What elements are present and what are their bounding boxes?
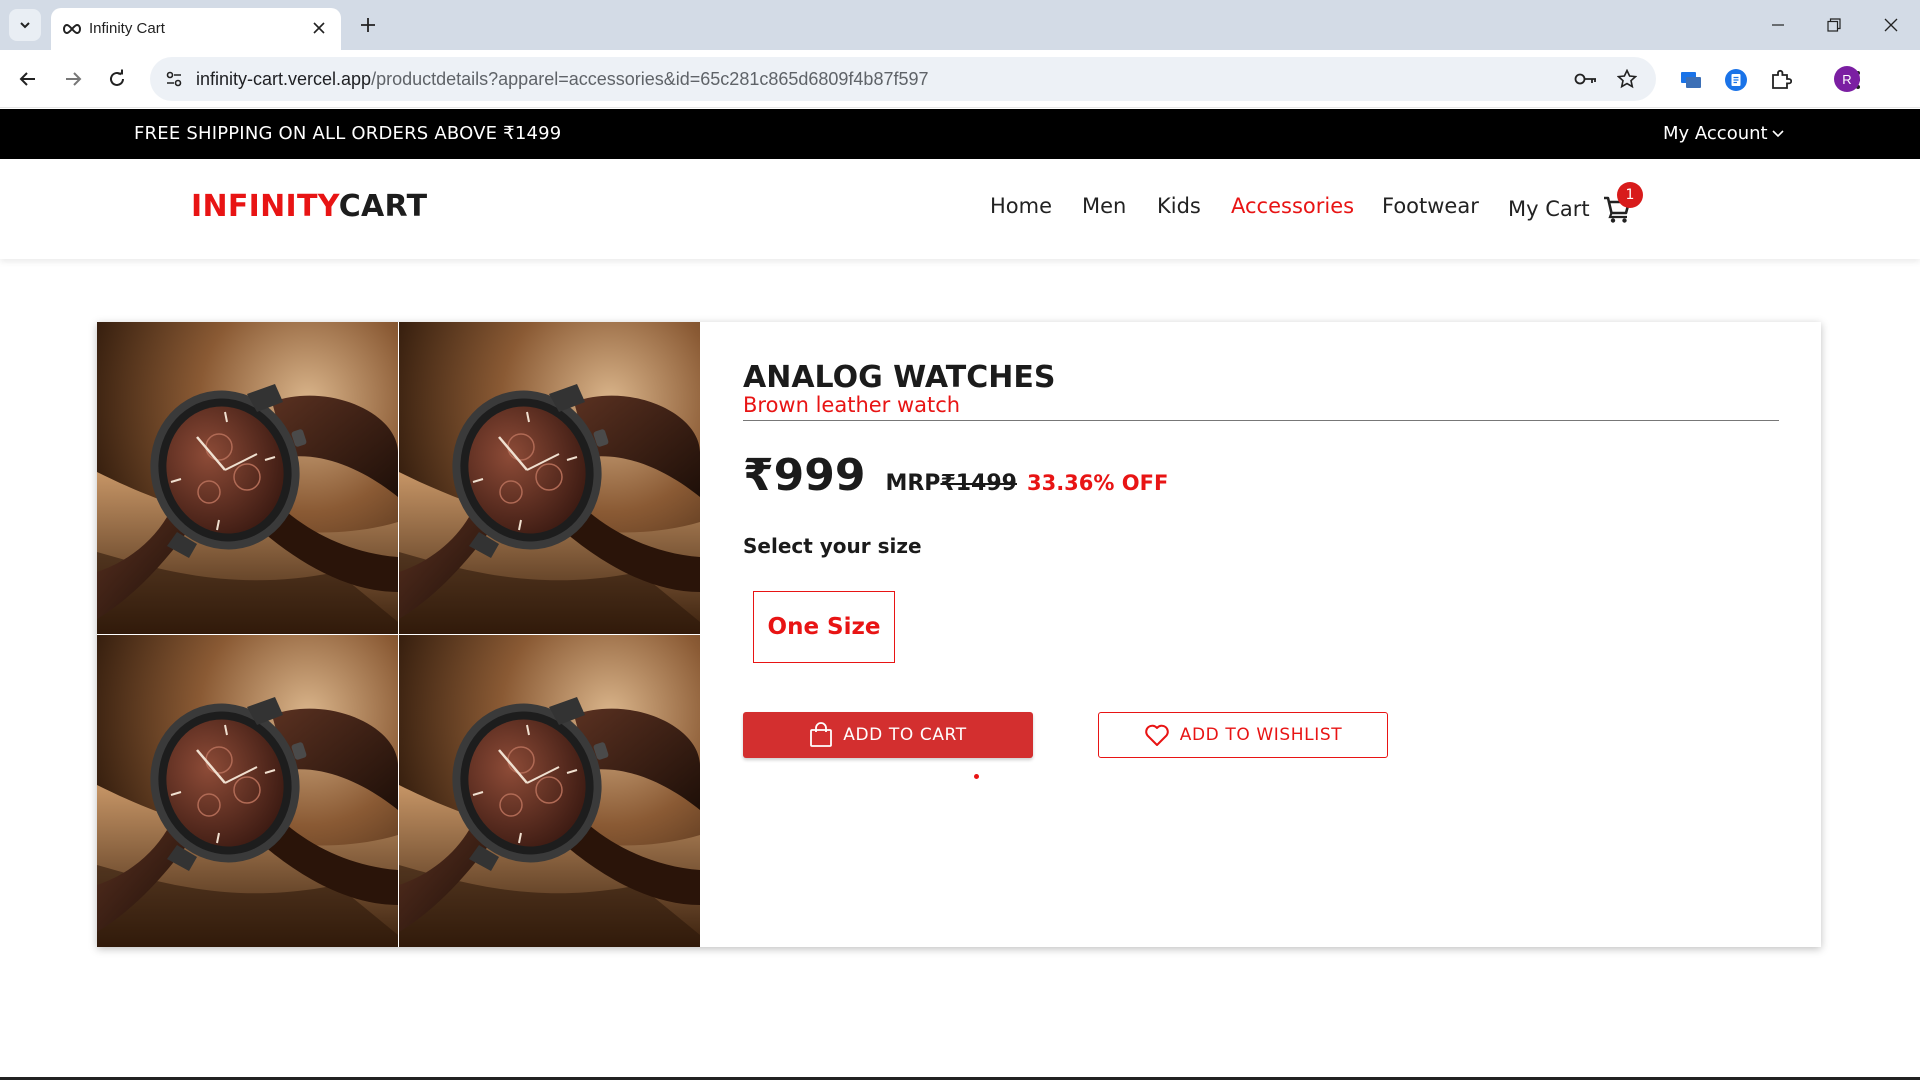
- site-logo[interactable]: INFINITYCART: [191, 189, 427, 224]
- plus-icon: [361, 18, 375, 32]
- product-gallery: [97, 322, 700, 947]
- screen-extension-icon[interactable]: [1678, 67, 1704, 93]
- reload-button[interactable]: [99, 61, 135, 97]
- promo-text: FREE SHIPPING ON ALL ORDERS ABOVE ₹1499: [134, 123, 562, 144]
- mrp-label: MRP: [885, 471, 941, 496]
- browser-toolbar: infinity-cart.vercel.app/productdetails?…: [0, 50, 1920, 108]
- chevron-down-icon: [20, 22, 30, 29]
- add-to-cart-button[interactable]: ADD TO CART: [743, 712, 1033, 758]
- infinity-icon: [63, 23, 81, 35]
- tab-search-button[interactable]: [9, 9, 41, 41]
- close-tab-icon[interactable]: [309, 18, 329, 38]
- chevron-down-icon: [1772, 129, 1784, 137]
- url-host: infinity-cart.vercel.app: [196, 69, 372, 89]
- product-image[interactable]: [97, 322, 398, 634]
- tab-title: Infinity Cart: [89, 20, 165, 37]
- nav-accessories[interactable]: Accessories: [1231, 194, 1354, 218]
- minimize-button[interactable]: [1758, 10, 1798, 40]
- add-to-wishlist-button[interactable]: ADD TO WISHLIST: [1098, 712, 1388, 758]
- close-window-button[interactable]: [1871, 10, 1911, 40]
- profile-avatar[interactable]: R: [1834, 66, 1860, 92]
- cart-count-badge: 1: [1617, 182, 1643, 208]
- new-tab-button[interactable]: [353, 10, 383, 40]
- url-text: infinity-cart.vercel.app/productdetails?…: [196, 69, 929, 90]
- arrow-left-icon: [19, 72, 35, 86]
- arrow-right-icon: [66, 72, 82, 86]
- logo-dark-text: CART: [338, 189, 428, 224]
- url-path: /productdetails?apparel=accessories&id=6…: [371, 69, 929, 89]
- minimize-icon: [1772, 24, 1784, 26]
- product-subtitle: Brown leather watch: [743, 393, 961, 417]
- star-icon[interactable]: [1615, 67, 1639, 91]
- browser-tabbar: Infinity Cart: [0, 0, 1920, 50]
- discount-text: 33.36% OFF: [1026, 471, 1169, 495]
- title-divider: [743, 420, 1779, 421]
- promo-bar: FREE SHIPPING ON ALL ORDERS ABOVE ₹1499 …: [0, 109, 1920, 159]
- add-to-wishlist-label: ADD TO WISHLIST: [1179, 725, 1343, 745]
- logo-red-text: INFINITY: [191, 189, 339, 224]
- product-title: ANALOG WATCHES: [743, 360, 1056, 395]
- site-settings-icon[interactable]: [162, 67, 186, 91]
- product-card: ANALOG WATCHES Brown leather watch ₹999 …: [97, 322, 1821, 947]
- forward-button[interactable]: [55, 61, 91, 97]
- address-bar[interactable]: infinity-cart.vercel.app/productdetails?…: [150, 57, 1656, 101]
- nav-kids[interactable]: Kids: [1157, 194, 1201, 218]
- product-image[interactable]: [399, 322, 700, 634]
- cart-label: My Cart: [1508, 197, 1590, 221]
- product-price: ₹999: [743, 450, 866, 501]
- key-icon[interactable]: [1574, 67, 1598, 91]
- back-button[interactable]: [10, 61, 46, 97]
- price-row: ₹999 MRP ₹1499 33.36% OFF: [743, 450, 1168, 501]
- shopping-bag-icon: [810, 722, 833, 747]
- product-image[interactable]: [97, 635, 398, 947]
- site-header: INFINITYCART Home Men Kids Accessories F…: [0, 159, 1920, 259]
- nav-home[interactable]: Home: [990, 194, 1052, 218]
- loading-dot: [974, 774, 979, 779]
- mrp-value: ₹1499: [940, 471, 1017, 496]
- puzzle-icon[interactable]: [1768, 67, 1794, 93]
- browser-tab[interactable]: Infinity Cart: [51, 8, 341, 50]
- size-label: Select your size: [743, 534, 922, 558]
- my-cart-link[interactable]: My Cart: [1508, 194, 1632, 224]
- add-to-cart-label: ADD TO CART: [843, 725, 967, 745]
- my-account-dropdown[interactable]: My Account: [1663, 123, 1784, 144]
- close-icon: [1884, 18, 1898, 32]
- restore-button[interactable]: [1814, 10, 1854, 40]
- reload-icon: [110, 69, 124, 86]
- nav-footwear[interactable]: Footwear: [1382, 194, 1479, 218]
- my-account-label: My Account: [1663, 123, 1768, 144]
- document-extension-icon[interactable]: [1723, 67, 1749, 93]
- nav-men[interactable]: Men: [1082, 194, 1126, 218]
- product-image[interactable]: [399, 635, 700, 947]
- size-option-one-size[interactable]: One Size: [753, 591, 895, 663]
- restore-icon: [1827, 18, 1841, 32]
- heart-icon: [1144, 724, 1169, 746]
